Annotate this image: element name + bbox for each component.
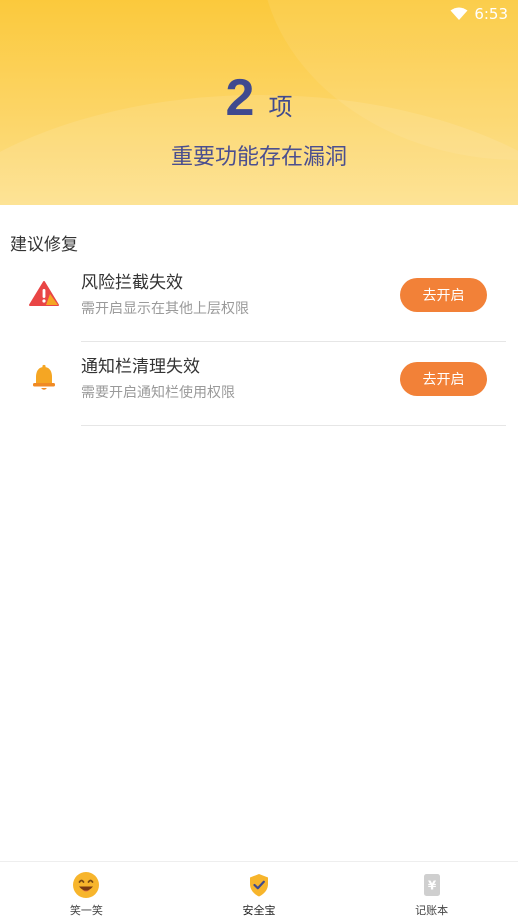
bell-icon: [28, 362, 60, 394]
section-title: 建议修复: [10, 235, 78, 255]
wifi-icon: [450, 7, 468, 21]
issue-count-number: 2: [225, 69, 255, 127]
issue-count: 2 项: [0, 72, 518, 124]
bottom-tab-bar: 笑一笑 安全宝 ¥ 记账本: [0, 861, 518, 923]
item-title: 风险拦截失效: [81, 273, 183, 293]
tab-label: 笑一笑: [69, 904, 103, 917]
tab-smile[interactable]: 笑一笑: [0, 862, 173, 923]
enable-button[interactable]: 去开启: [400, 278, 487, 312]
tab-security[interactable]: 安全宝: [173, 862, 346, 923]
item-description: 需要开启通知栏使用权限: [81, 385, 235, 401]
status-bar: 6:53: [450, 4, 508, 24]
ledger-icon: ¥: [418, 871, 446, 899]
issue-count-unit: 项: [268, 93, 293, 121]
svg-text:¥: ¥: [427, 879, 436, 893]
status-time: 6:53: [474, 5, 508, 23]
list-item-risk-intercept: 风险拦截失效 需开启显示在其他上层权限 去开启: [0, 258, 518, 342]
item-description: 需开启显示在其他上层权限: [81, 301, 249, 317]
tab-label: 记账本: [415, 904, 449, 917]
smiley-icon: [72, 871, 100, 899]
header-subtitle: 重要功能存在漏洞: [170, 145, 347, 170]
list-item-notification-clean: 通知栏清理失效 需要开启通知栏使用权限 去开启: [0, 342, 518, 426]
header-banner: 6:53 2 项 重要功能存在漏洞: [0, 0, 518, 205]
enable-button[interactable]: 去开启: [400, 362, 487, 396]
warning-icon: [28, 278, 60, 310]
divider: [81, 425, 506, 426]
tab-label: 安全宝: [242, 904, 276, 917]
tab-ledger[interactable]: ¥ 记账本: [345, 862, 518, 923]
shield-check-icon: [245, 871, 273, 899]
item-title: 通知栏清理失效: [81, 357, 200, 377]
